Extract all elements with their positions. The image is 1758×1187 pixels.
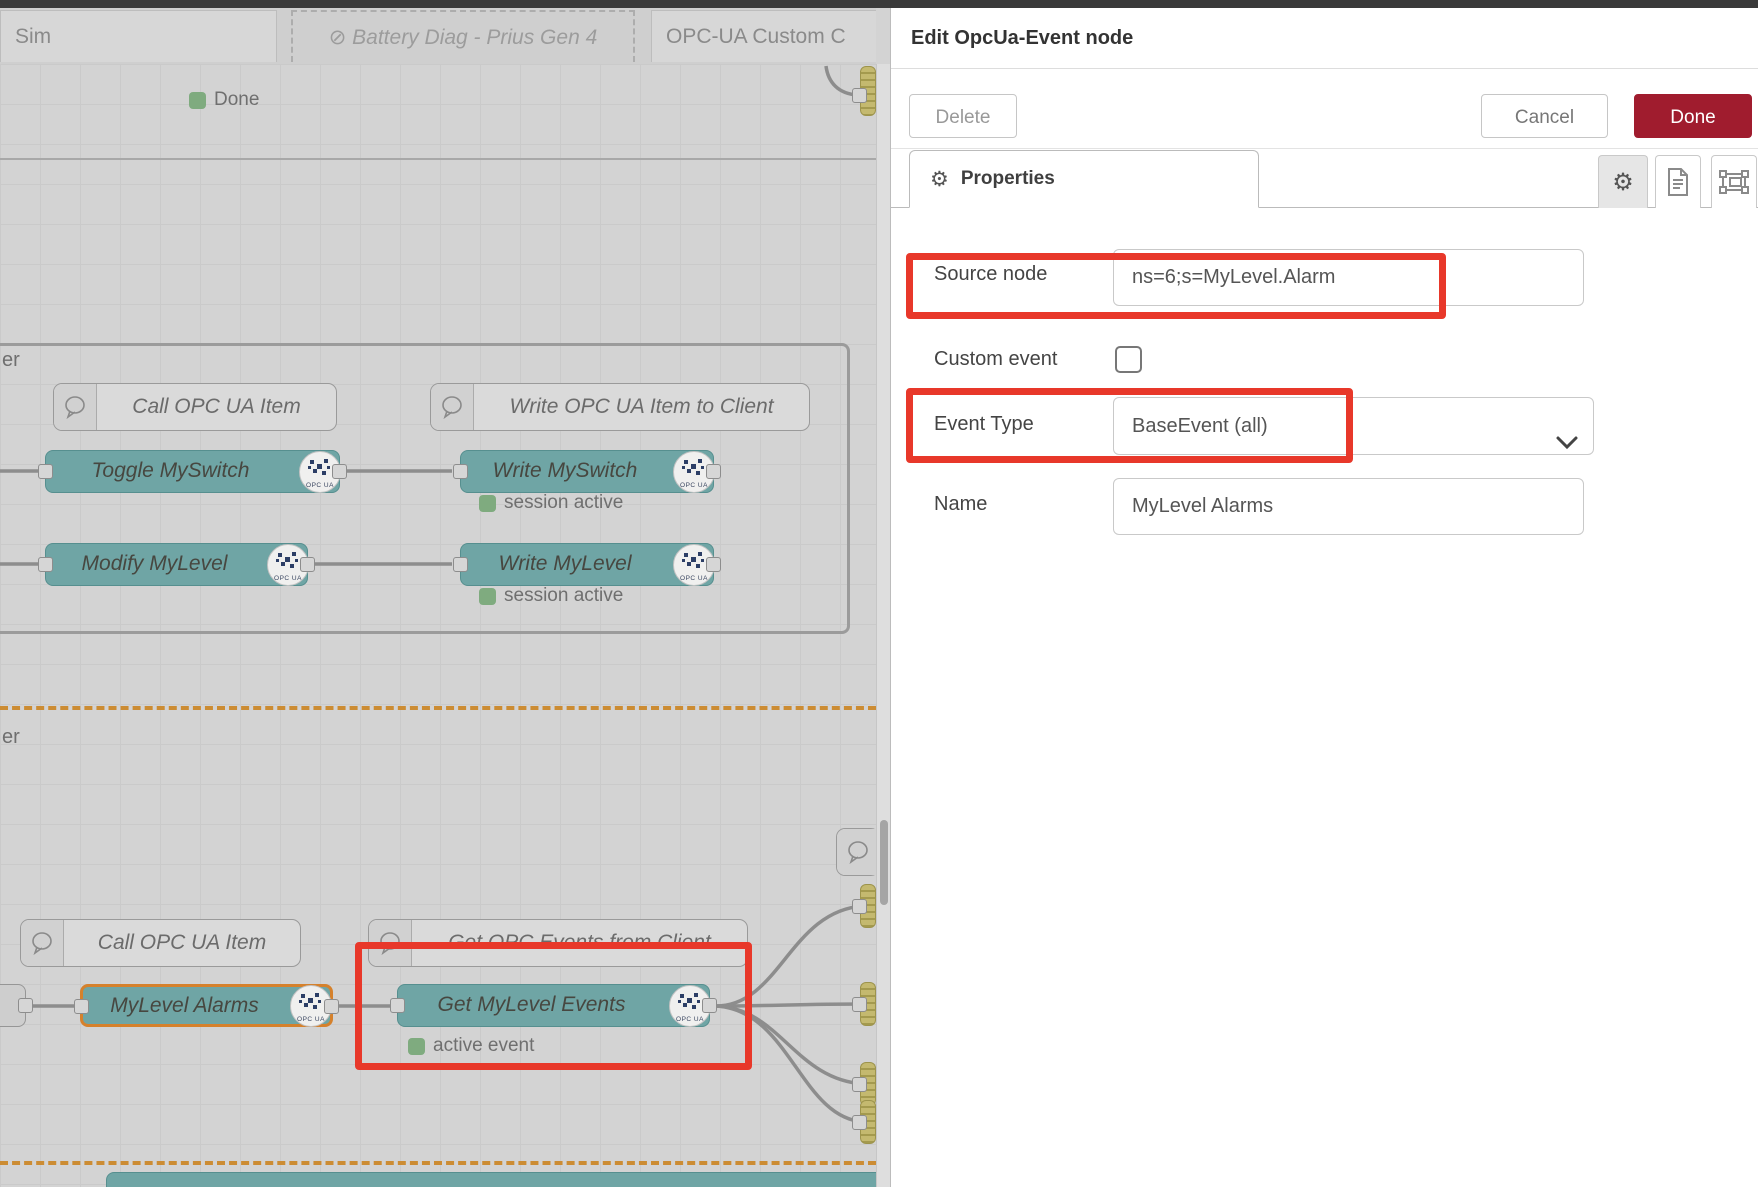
dashed-group-border-bottom (0, 1161, 876, 1165)
comment-bubble-icon (21, 920, 64, 966)
node-red-editor: Sim ⊘ Battery Diag - Prius Gen 4 OPC-UA … (0, 0, 1758, 1187)
custom-event-checkbox[interactable] (1115, 346, 1142, 373)
annotation-box-source-node (906, 253, 1446, 319)
flow-canvas[interactable]: Done er Call OPC UA Item (0, 64, 876, 1187)
done-button[interactable]: Done (1634, 94, 1752, 138)
node-status-session-active: session active (479, 585, 623, 607)
node-label: Toggle MySwitch (46, 451, 295, 492)
node-status-session-active: session active (479, 492, 623, 514)
output-port[interactable] (706, 557, 721, 572)
gear-icon: ⚙︎ (930, 167, 949, 192)
node-label: MyLevel Alarms (83, 987, 286, 1024)
dashed-group-border-top (0, 706, 876, 710)
comment-node-call-opcua-item[interactable]: Call OPC UA Item (53, 383, 337, 431)
chevron-down-icon (1555, 417, 1579, 473)
edge-port[interactable] (852, 1115, 867, 1130)
node-mylevel-alarms-selected[interactable]: MyLevel Alarms OPC UA (80, 984, 333, 1027)
comment-node-call-opcua-item-2[interactable]: Call OPC UA Item (20, 919, 301, 967)
comment-bubble-icon (837, 829, 876, 875)
workspace-tab-battery-diag[interactable]: ⊘ Battery Diag - Prius Gen 4 (291, 10, 635, 62)
workspace-tab-opcua-custom[interactable]: OPC-UA Custom C (651, 10, 876, 62)
output-port[interactable] (332, 464, 347, 479)
badge-text: OPC UA (291, 1016, 331, 1023)
output-port[interactable] (18, 998, 33, 1013)
edge-port[interactable] (852, 997, 867, 1012)
comment-label: Write OPC UA Item to Client (474, 384, 809, 430)
status-dot-icon (479, 495, 496, 512)
tab-label: ⊘ Battery Diag - Prius Gen 4 (293, 12, 633, 64)
tab-node-properties-gear-icon[interactable]: ⚙︎ (1598, 155, 1648, 208)
edge-port[interactable] (852, 1077, 867, 1092)
input-port[interactable] (38, 464, 53, 479)
canvas-scrollbar-track[interactable] (876, 64, 891, 1187)
upper-group-label: er (2, 349, 20, 372)
tab-label: Properties (961, 168, 1055, 190)
badge-text: OPC UA (300, 482, 340, 489)
workspace-tab-sim[interactable]: Sim (0, 10, 277, 62)
edge-port[interactable] (852, 899, 867, 914)
group-border-line (0, 158, 876, 160)
node-write-mylevel[interactable]: Write MyLevel OPC UA (460, 543, 714, 586)
node-label: Modify MyLevel (46, 544, 263, 585)
node-modify-mylevel[interactable]: Modify MyLevel OPC UA (45, 543, 308, 586)
node-clipped-bottom[interactable] (106, 1172, 876, 1187)
comment-node-clipped[interactable] (836, 828, 876, 876)
divider (891, 68, 1758, 69)
input-port[interactable] (453, 557, 468, 572)
app-header-bar (0, 0, 1758, 8)
custom-event-label: Custom event (934, 348, 1057, 371)
output-port[interactable] (324, 999, 339, 1014)
name-input[interactable]: MyLevel Alarms (1113, 478, 1584, 535)
comment-label: Call OPC UA Item (64, 920, 300, 966)
tab-description-icon[interactable] (1655, 155, 1701, 208)
node-label: Write MyLevel (461, 544, 669, 585)
input-port[interactable] (38, 557, 53, 572)
delete-button[interactable]: Delete (909, 94, 1017, 138)
node-status-done: Done (189, 89, 259, 111)
input-port[interactable] (74, 999, 89, 1014)
annotation-box-event-type (906, 388, 1353, 463)
workspace-tabbar: Sim ⊘ Battery Diag - Prius Gen 4 OPC-UA … (0, 8, 876, 65)
canvas-scrollbar-handle[interactable] (880, 820, 888, 905)
gear-icon: ⚙︎ (1612, 168, 1634, 197)
tab-appearance-icon[interactable] (1711, 155, 1757, 208)
comment-label: Call OPC UA Item (97, 384, 336, 430)
cancel-button[interactable]: Cancel (1481, 94, 1608, 138)
badge-text: OPC UA (674, 482, 714, 489)
document-icon (1665, 167, 1691, 197)
status-text: session active (504, 492, 623, 514)
badge-text: OPC UA (268, 575, 308, 582)
lower-group-label: er (2, 726, 20, 749)
tab-label: OPC-UA Custom C (652, 11, 876, 63)
node-toggle-myswitch[interactable]: Toggle MySwitch OPC UA (45, 450, 340, 493)
comment-bubble-icon (54, 384, 97, 430)
appearance-icon (1719, 167, 1749, 197)
panel-title: Edit OpcUa-Event node (911, 8, 1133, 68)
badge-text: OPC UA (674, 575, 714, 582)
node-label: Write MySwitch (461, 451, 669, 492)
annotation-box-get-events (355, 942, 752, 1070)
comment-bubble-icon (431, 384, 474, 430)
divider (891, 148, 1758, 149)
node-write-myswitch[interactable]: Write MySwitch OPC UA (460, 450, 714, 493)
status-dot-icon (479, 588, 496, 605)
tab-properties[interactable]: ⚙︎ Properties (909, 150, 1259, 208)
comment-node-write-opcua-item[interactable]: Write OPC UA Item to Client (430, 383, 810, 431)
edit-node-panel: Edit OpcUa-Event node Delete Cancel Done… (890, 8, 1758, 1187)
name-label: Name (934, 493, 987, 516)
edge-port[interactable] (852, 88, 867, 103)
status-text: session active (504, 585, 623, 607)
status-text: Done (214, 89, 259, 111)
output-port[interactable] (300, 557, 315, 572)
input-port[interactable] (453, 464, 468, 479)
status-dot-icon (189, 92, 206, 109)
output-port[interactable] (706, 464, 721, 479)
node-clipped-left[interactable] (0, 984, 26, 1027)
tab-label: Sim (1, 11, 276, 63)
